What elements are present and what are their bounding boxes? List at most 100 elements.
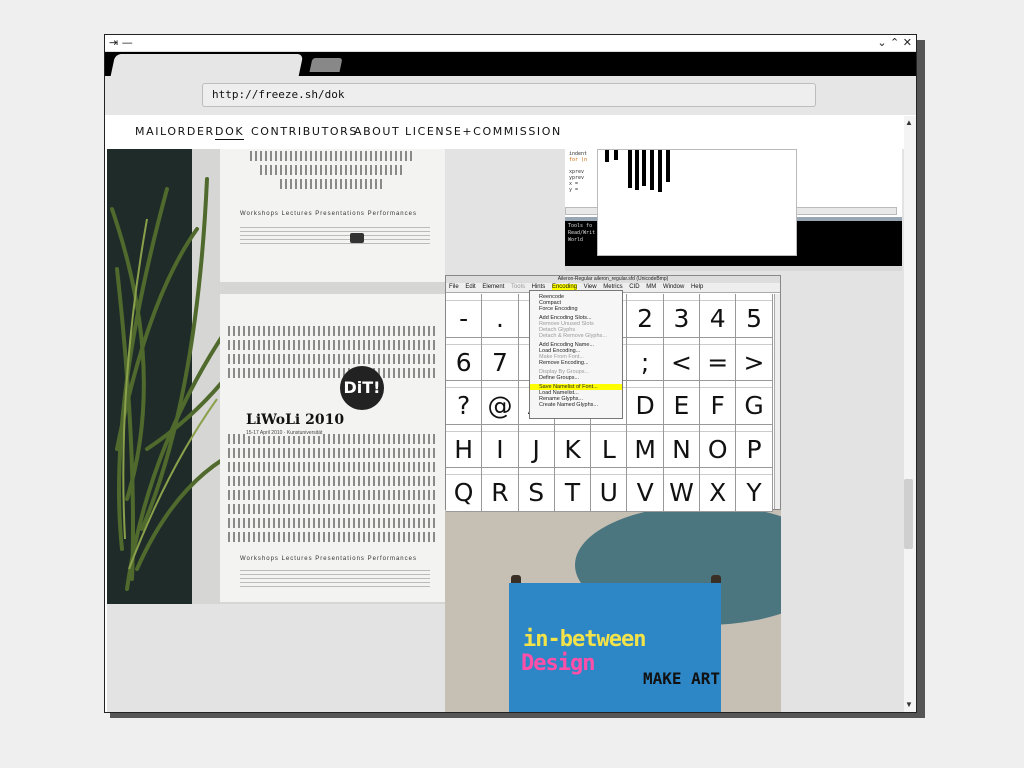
- glyph-cell[interactable]: W: [663, 468, 701, 512]
- glyph-char: 5: [746, 304, 762, 333]
- ff-menu-file[interactable]: File: [449, 284, 459, 290]
- glyph-cell-header: [700, 425, 736, 432]
- fontforge-photo[interactable]: in-between Design MAKE ART Aileron-Regul…: [445, 275, 781, 712]
- terminal-line: Read/Writ: [568, 230, 596, 236]
- glyph-cell[interactable]: K: [554, 424, 592, 468]
- glyph-cell-header: [518, 468, 554, 475]
- glyph-cell[interactable]: R: [482, 468, 519, 512]
- glyph-cell[interactable]: 4: [700, 294, 737, 338]
- tab-active[interactable]: [110, 54, 304, 76]
- glyph-cell-header: [663, 338, 700, 345]
- glyph-cell-header: [482, 468, 518, 475]
- glyph-cell[interactable]: M: [627, 424, 664, 468]
- glyph-char: Y: [746, 478, 762, 507]
- glyph-cell[interactable]: X: [700, 468, 737, 512]
- ff-menu-window[interactable]: Window: [663, 284, 684, 290]
- fontforge-title: Aileron-Regular aileron_regular.sfd (Uni…: [446, 276, 780, 283]
- glyph-cell[interactable]: <: [663, 337, 701, 381]
- glyph-cell[interactable]: Q: [446, 468, 483, 512]
- glyph-cell-header: [446, 468, 482, 475]
- glyph-cell[interactable]: I: [482, 424, 519, 468]
- glyph-char: U: [599, 478, 618, 507]
- ff-menu-element[interactable]: Element: [482, 284, 504, 290]
- glyph-cell-header: [700, 294, 736, 301]
- glyph-cell-header: [736, 425, 772, 432]
- glyph-cell[interactable]: ;: [627, 337, 664, 381]
- glyph-cell[interactable]: -: [446, 294, 483, 338]
- glyph-char: F: [710, 391, 725, 420]
- glyph-cell[interactable]: @: [482, 381, 519, 425]
- glyph-cell[interactable]: D: [627, 381, 664, 425]
- glyph-cell-header: [446, 381, 482, 388]
- glyph-char: <: [670, 347, 692, 377]
- glyph-char: E: [673, 391, 690, 420]
- glyph-cell[interactable]: L: [591, 424, 628, 468]
- glyph-char: R: [491, 478, 509, 507]
- poster-wall-photo[interactable]: Workshops Lectures Presentations Perform…: [107, 149, 445, 604]
- glyph-char: >: [743, 347, 765, 377]
- glyph-char: 2: [637, 304, 654, 333]
- poster-top-caption: Workshops Lectures Presentations Perform…: [240, 211, 417, 217]
- glyph-cell[interactable]: F: [700, 381, 737, 425]
- glyph-cell[interactable]: V: [627, 468, 664, 512]
- glyph-cell[interactable]: G: [736, 381, 773, 425]
- fontforge-window: Aileron-Regular aileron_regular.sfd (Uni…: [445, 275, 781, 512]
- glyph-cell-header: [736, 468, 772, 475]
- poster-line-1: in-between: [523, 627, 646, 652]
- glyph-cell-header: [446, 425, 482, 432]
- glyph-cell[interactable]: 6: [446, 337, 483, 381]
- scrollbar-thumb[interactable]: [904, 479, 913, 549]
- glyph-cell[interactable]: E: [663, 381, 701, 425]
- in-between-design-poster: in-between Design MAKE ART: [509, 583, 721, 712]
- glyph-cell[interactable]: >: [736, 337, 773, 381]
- nav-mailorder[interactable]: MAILORDER: [135, 125, 215, 139]
- glyph-cell[interactable]: S: [518, 468, 555, 512]
- scroll-down-arrow[interactable]: ▼: [905, 701, 913, 709]
- ff-menu-help[interactable]: Help: [691, 284, 703, 290]
- glyph-char: .: [495, 304, 504, 333]
- glyph-cell[interactable]: U: [591, 468, 628, 512]
- sketch-bars: [605, 150, 670, 192]
- glyph-cell[interactable]: H: [446, 424, 483, 468]
- new-tab-button[interactable]: [309, 58, 343, 72]
- encoding-menu-item[interactable]: Create Named Glyphs...: [530, 402, 622, 408]
- ff-menu-cid[interactable]: CID: [629, 284, 639, 290]
- glyph-char: Q: [453, 478, 474, 507]
- glyph-char: N: [672, 434, 691, 464]
- ff-menu-tools[interactable]: Tools: [511, 284, 525, 290]
- glyph-cell[interactable]: T: [554, 468, 592, 512]
- window-controls[interactable]: ⌄ ⌃ ✕: [877, 36, 912, 49]
- nav-contributors[interactable]: CONTRIBUTORS: [251, 125, 358, 139]
- glyph-cell[interactable]: N: [663, 424, 701, 468]
- glyph-cell[interactable]: 7: [482, 337, 519, 381]
- scroll-up-arrow[interactable]: ▲: [905, 119, 913, 127]
- browser-window: ⇥ — ⌄ ⌃ ✕ http://freeze.sh/dok MAILORDER…: [104, 34, 917, 713]
- glyph-cell[interactable]: J: [518, 424, 555, 468]
- ff-menu-edit[interactable]: Edit: [465, 284, 475, 290]
- glyph-cell[interactable]: O: [700, 424, 737, 468]
- page-scrollbar[interactable]: [904, 116, 916, 712]
- glyph-char: 4: [709, 304, 726, 333]
- glyph-cell[interactable]: 5: [736, 294, 773, 338]
- ff-menu-mm[interactable]: MM: [646, 284, 656, 290]
- nav-about[interactable]: ABOUT: [354, 125, 400, 139]
- glyph-char: P: [746, 434, 762, 464]
- glyph-cell[interactable]: =: [700, 337, 737, 381]
- code-screenshot[interactable]: indent for (n xprev yprev x = y = Tools …: [565, 149, 902, 271]
- glyph-cell[interactable]: Y: [736, 468, 773, 512]
- glyph-cell-header: [591, 468, 627, 475]
- glyph-cell[interactable]: .: [482, 294, 519, 338]
- sketch-window: [597, 149, 797, 256]
- nav-dok[interactable]: DOK: [215, 125, 245, 140]
- glyph-cell-header: [627, 468, 663, 475]
- ff-scrollbar[interactable]: [774, 294, 780, 509]
- glyph-char: W: [669, 478, 694, 507]
- glyph-cell[interactable]: 3: [663, 294, 701, 338]
- nav-license-commission[interactable]: LICENSE+COMMISSION: [405, 125, 562, 139]
- glyph-cell-header: [446, 294, 482, 301]
- glyph-cell[interactable]: P: [736, 424, 773, 468]
- glyph-cell[interactable]: ?: [446, 381, 483, 425]
- url-input[interactable]: http://freeze.sh/dok: [202, 83, 816, 107]
- window-menu-controls[interactable]: ⇥ —: [109, 36, 133, 49]
- glyph-cell[interactable]: 2: [627, 294, 664, 338]
